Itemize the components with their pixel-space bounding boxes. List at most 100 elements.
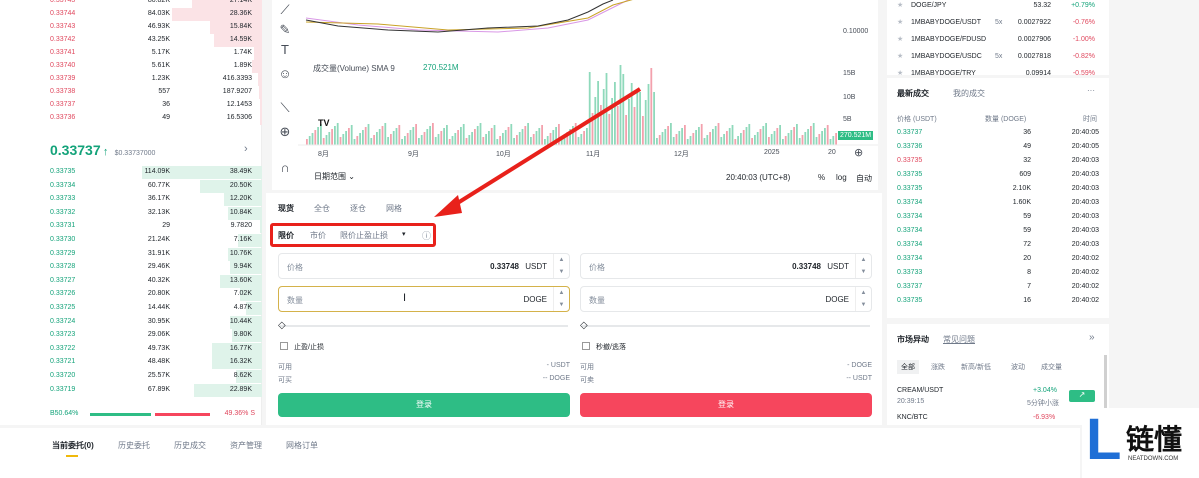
tab-order-history[interactable]: 历史委托	[118, 440, 150, 451]
sell-price-value: 0.33748	[792, 262, 821, 271]
ask-row[interactable]: 0.33744 84.03K 28.36K	[0, 8, 262, 21]
trendline-icon[interactable]: ⟋	[277, 2, 293, 18]
buy-tpsl-checkbox[interactable]	[280, 342, 288, 350]
sell-quantity-field[interactable]: 数量 DOGE ▲ ▼	[580, 286, 872, 312]
buy-slider[interactable]	[280, 325, 568, 327]
order-amount: 49	[162, 114, 170, 121]
emoji-icon[interactable]: ☺	[277, 66, 293, 82]
stepper-icon[interactable]: ▲ ▼	[553, 254, 569, 278]
ask-row[interactable]: 0.33745 80.82K 27.14K	[0, 0, 262, 8]
mid-price-row[interactable]: 0.33737 ↑ $0.33737000	[50, 142, 155, 158]
trade-row: 0.33735 609 20:40:03	[887, 171, 1109, 184]
slider-handle-icon[interactable]: ◇	[580, 320, 588, 331]
bid-row[interactable]: 0.33735 114.09K 38.49K	[0, 166, 262, 179]
ask-row[interactable]: 0.33743 46.93K 15.84K	[0, 21, 262, 34]
collapse-icon[interactable]: »	[1089, 332, 1095, 343]
tab-grid-orders[interactable]: 网格订单	[286, 440, 318, 451]
bid-row[interactable]: 0.33723 29.06K 9.80K	[0, 329, 262, 343]
star-icon[interactable]: ★	[897, 18, 903, 26]
star-icon[interactable]: ★	[897, 52, 903, 60]
sell-tpsl-checkbox[interactable]	[582, 342, 590, 350]
chevron-down-icon[interactable]: ▾	[402, 230, 406, 238]
bid-row[interactable]: 0.33727 40.32K 13.60K	[0, 274, 262, 288]
sell-ratio-bar	[154, 413, 210, 416]
market-filter[interactable]: 新高/新低	[961, 362, 991, 372]
bid-row[interactable]: 0.33721 48.48K 16.32K	[0, 356, 262, 370]
ask-row[interactable]: 0.33737 36 12.1453	[0, 99, 262, 112]
ticker-row[interactable]: ★ 1MBABYDOGE/USDC 5x 0.0027818 -0.82%	[887, 50, 1109, 64]
order-amount: 30.95K	[147, 317, 170, 325]
tab-open-orders[interactable]: 当前委托(0)	[52, 440, 94, 451]
mover-pair[interactable]: KNC/BTC	[897, 414, 928, 421]
ask-row[interactable]: 0.33739 1.23K 416.3393	[0, 73, 262, 86]
volume-bar	[311, 133, 314, 145]
info-icon[interactable]: ⓘ	[422, 229, 431, 242]
market-filter[interactable]: 波动	[1011, 362, 1025, 372]
tab-isolated[interactable]: 逐仓	[350, 203, 366, 214]
percent-toggle[interactable]: %	[818, 173, 825, 182]
log-toggle[interactable]: log	[836, 173, 847, 182]
tab-cross[interactable]: 全仓	[314, 203, 330, 214]
ticker-row[interactable]: ★ 1MBABYDOGE/USDT 5x 0.0027922 -0.76%	[887, 16, 1109, 30]
tab-my-trades[interactable]: 我的成交	[953, 88, 985, 99]
bid-row[interactable]: 0.33720 25.57K 8.62K	[0, 370, 262, 383]
order-type-limit[interactable]: 限价	[278, 230, 294, 241]
bid-row[interactable]: 0.33729 31.91K 10.76K	[0, 247, 262, 261]
faq-link[interactable]: 常见问题	[943, 334, 975, 345]
sell-price-field[interactable]: 价格 0.33748 USDT ▲ ▼	[580, 253, 872, 279]
magnet-icon[interactable]: ∩	[277, 160, 293, 176]
buy-price-field[interactable]: 价格 0.33748 USDT ▲ ▼	[278, 253, 570, 279]
text-icon[interactable]: T	[277, 42, 293, 58]
bid-row[interactable]: 0.33731 29 9.7820	[0, 220, 262, 234]
tab-spot[interactable]: 现货	[278, 203, 294, 214]
order-type-stop-limit[interactable]: 限价止盈止损	[340, 230, 388, 241]
zoom-in-icon[interactable]: ⊕	[277, 124, 293, 140]
tab-assets[interactable]: 资产管理	[230, 440, 262, 451]
ask-row[interactable]: 0.33740 5.61K 1.89K	[0, 60, 262, 73]
star-icon[interactable]: ★	[897, 1, 903, 9]
mover-pair[interactable]: CREAM/USDT	[897, 387, 943, 394]
chevron-right-icon[interactable]: ›	[244, 143, 248, 155]
market-filter[interactable]: 涨跌	[931, 362, 945, 372]
ruler-icon[interactable]: ⟍	[277, 100, 293, 116]
buy-login-button[interactable]: 登录	[278, 393, 570, 417]
slider-handle-icon[interactable]: ◇	[278, 320, 286, 331]
stepper-icon[interactable]: ▲ ▼	[855, 287, 871, 311]
more-icon[interactable]: ···	[1087, 86, 1095, 95]
bid-row[interactable]: 0.33724 30.95K 10.44K	[0, 315, 262, 329]
settings-icon[interactable]: ⊕	[854, 146, 863, 159]
star-icon[interactable]: ★	[897, 35, 903, 43]
order-type-market[interactable]: 市价	[310, 230, 326, 241]
market-filter[interactable]: 成交量	[1041, 362, 1062, 372]
order-total: 7.02K	[233, 290, 252, 298]
ask-row[interactable]: 0.33736 49 16.5306	[0, 112, 262, 125]
bid-row[interactable]: 0.33726 20.80K 7.02K	[0, 288, 262, 302]
bid-row[interactable]: 0.33733 36.17K 12.20K	[0, 193, 262, 207]
bid-row[interactable]: 0.33719 67.89K 22.89K	[0, 383, 262, 397]
bid-row[interactable]: 0.33734 60.77K 20.50K	[0, 179, 262, 193]
bid-row[interactable]: 0.33728 29.46K 9.94K	[0, 261, 262, 275]
star-icon[interactable]: ★	[897, 69, 903, 77]
tab-latest-trades[interactable]: 最新成交	[897, 88, 929, 99]
ask-row[interactable]: 0.33741 5.17K 1.74K	[0, 47, 262, 60]
stepper-icon[interactable]: ▲ ▼	[553, 287, 569, 311]
bid-row[interactable]: 0.33722 49.73K 16.77K	[0, 342, 262, 356]
ticker-row[interactable]: ★ DOGE/JPY 53.32 +0.79%	[887, 0, 1109, 13]
bid-row[interactable]: 0.33732 32.13K 10.84K	[0, 206, 262, 220]
ask-row[interactable]: 0.33738 557 187.9207	[0, 86, 262, 99]
stepper-icon[interactable]: ▲ ▼	[855, 254, 871, 278]
bid-row[interactable]: 0.33725 14.44K 4.87K	[0, 302, 262, 315]
brush-icon[interactable]: ✎	[277, 22, 293, 38]
tab-grid[interactable]: 网格	[386, 203, 402, 214]
market-filter[interactable]: 全部	[897, 360, 919, 374]
date-range-button[interactable]: 日期范围 ⌄	[314, 171, 355, 182]
ticker-row[interactable]: ★ 1MBABYDOGE/FDUSD 0.0027906 -1.00%	[887, 33, 1109, 47]
sell-slider[interactable]	[582, 325, 870, 327]
bid-row[interactable]: 0.33730 21.24K 7.16K	[0, 234, 262, 247]
tab-trade-history[interactable]: 历史成交	[174, 440, 206, 451]
ask-row[interactable]: 0.33742 43.25K 14.59K	[0, 34, 262, 47]
sell-login-button[interactable]: 登录	[580, 393, 872, 417]
buy-quantity-field[interactable]: 数量 I DOGE ▲ ▼	[278, 286, 570, 312]
buy-available-label: 可用	[278, 364, 292, 371]
auto-toggle[interactable]: 自动	[856, 173, 872, 184]
